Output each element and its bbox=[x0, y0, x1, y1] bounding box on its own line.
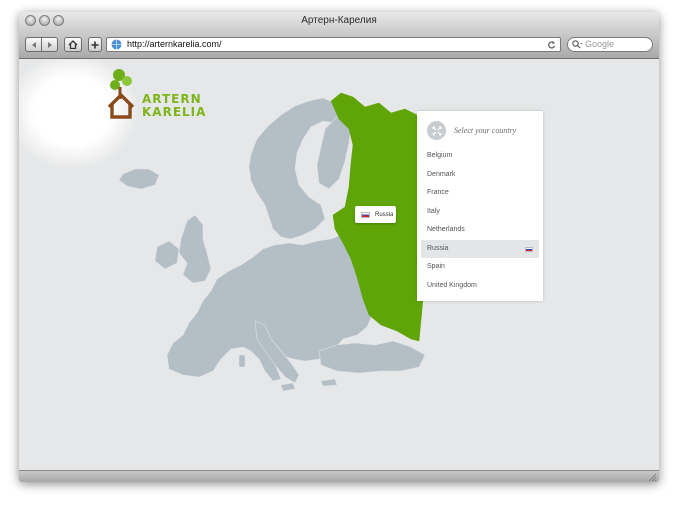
country-selector-panel: Select your country Belgium Denmark Fran… bbox=[417, 111, 543, 301]
window-title: Артерн-Карелия bbox=[301, 15, 377, 26]
country-item-italy[interactable]: Italy bbox=[421, 203, 539, 222]
address-bar[interactable]: http://arternkarelia.com/ bbox=[106, 37, 561, 52]
page-content: ARTERN KARELIA Russia Select your countr… bbox=[19, 59, 659, 470]
back-arrow-icon bbox=[31, 41, 36, 48]
plus-icon bbox=[91, 41, 99, 48]
map-tooltip-label: Russia bbox=[375, 211, 394, 218]
tree-house-icon bbox=[107, 69, 135, 119]
map-great-britain[interactable] bbox=[178, 214, 212, 284]
search-icon bbox=[572, 40, 583, 49]
back-button[interactable] bbox=[25, 37, 42, 52]
country-list: Belgium Denmark France Italy Netherlands… bbox=[421, 147, 539, 295]
home-button[interactable] bbox=[64, 37, 82, 52]
add-bookmark-button[interactable] bbox=[88, 37, 102, 52]
home-icon bbox=[68, 40, 78, 49]
title-bar: Артерн-Карелия bbox=[19, 12, 659, 30]
search-placeholder: Google bbox=[585, 39, 615, 49]
map-turkey[interactable] bbox=[318, 340, 426, 374]
map-tooltip: Russia bbox=[355, 206, 396, 223]
logo-line2: KARELIA bbox=[142, 105, 207, 119]
search-input[interactable]: Google bbox=[567, 37, 653, 52]
country-item-denmark[interactable]: Denmark bbox=[421, 166, 539, 185]
country-item-russia[interactable]: Russia bbox=[421, 239, 539, 258]
forward-arrow-icon bbox=[47, 41, 52, 48]
panel-header: Select your country bbox=[427, 121, 516, 140]
resize-grip-icon[interactable] bbox=[647, 472, 657, 482]
reload-icon[interactable] bbox=[547, 40, 556, 49]
map-ireland[interactable] bbox=[154, 240, 180, 270]
map-crete[interactable] bbox=[320, 378, 338, 387]
panel-title: Select your country bbox=[454, 126, 517, 135]
browser-toolbar: http://arternkarelia.com/ Google bbox=[19, 30, 659, 59]
logo[interactable]: ARTERN KARELIA bbox=[107, 67, 205, 121]
browser-window: Артерн-Карелия http://arternkarelia.com/ bbox=[19, 12, 659, 482]
map-iceland[interactable] bbox=[118, 168, 160, 190]
russia-flag-icon bbox=[525, 246, 533, 252]
country-item-spain[interactable]: Spain bbox=[421, 258, 539, 277]
country-item-united-kingdom[interactable]: United Kingdom bbox=[421, 277, 539, 296]
country-item-france[interactable]: France bbox=[421, 184, 539, 203]
globe-icon bbox=[111, 39, 122, 50]
country-item-belgium[interactable]: Belgium bbox=[421, 147, 539, 166]
forward-button[interactable] bbox=[41, 37, 58, 52]
country-item-netherlands[interactable]: Netherlands bbox=[421, 221, 539, 240]
address-text: http://arternkarelia.com/ bbox=[127, 39, 222, 49]
status-bar bbox=[19, 470, 659, 482]
map-sardinia[interactable] bbox=[238, 354, 246, 368]
expand-arrows-icon[interactable] bbox=[427, 121, 446, 140]
map-sicily[interactable] bbox=[280, 382, 296, 392]
russia-flag-icon bbox=[361, 211, 370, 218]
logo-line1: ARTERN bbox=[142, 92, 202, 106]
